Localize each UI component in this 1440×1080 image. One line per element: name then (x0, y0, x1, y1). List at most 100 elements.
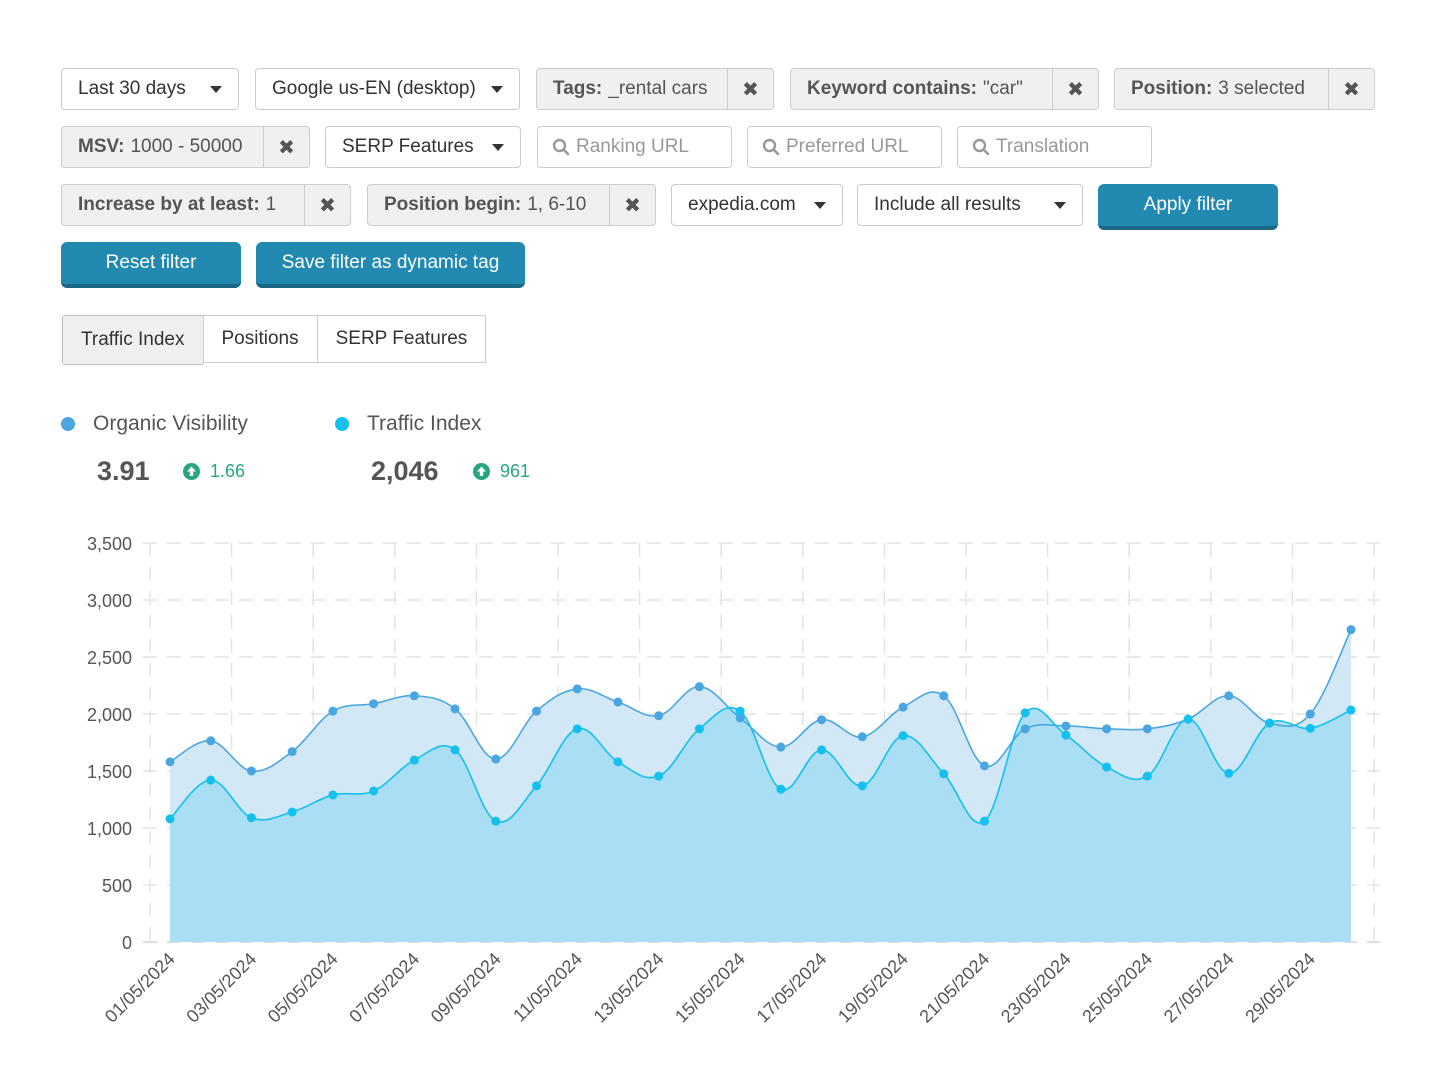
organic-visibility-point (979, 761, 989, 771)
delta-value: 1.66 (210, 461, 246, 481)
x-tick-label: 01/05/2024 (101, 949, 179, 1027)
filter-chip-position: Position: 3 selected ✖ (1114, 68, 1375, 110)
translation-placeholder: Translation (996, 136, 1090, 157)
search-engine-dropdown[interactable]: Google us-EN (desktop) (255, 68, 520, 110)
organic-visibility-point (409, 691, 419, 701)
chip-key: Tags: (553, 78, 603, 99)
y-axis: 0 500 1,000 1,500 2,000 2,500 3,000 3,500 (87, 534, 132, 953)
search-icon (972, 138, 990, 156)
x-tick-label: 03/05/2024 (182, 949, 260, 1027)
legend-dot-icon (335, 417, 349, 431)
ranking-url-input[interactable]: Ranking URL (537, 126, 732, 168)
chip-value: "car" (982, 78, 1023, 99)
y-tick-label: 1,000 (87, 819, 132, 839)
organic-visibility-point (287, 747, 297, 757)
remove-filter-icon[interactable]: ✖ (263, 127, 309, 167)
traffic-index-point (939, 769, 949, 779)
traffic-index-point (532, 781, 542, 791)
traffic-index-point (613, 757, 623, 767)
organic-visibility-point (857, 732, 867, 742)
traffic-index-point (817, 745, 827, 755)
organic-visibility-point (369, 699, 379, 709)
organic-visibility-point (328, 706, 338, 716)
legend-dot-icon (61, 417, 75, 431)
traffic-index-point (369, 786, 379, 796)
remove-filter-icon[interactable]: ✖ (1328, 69, 1374, 109)
legend-traffic-index[interactable]: Traffic Index (335, 412, 481, 436)
remove-filter-icon[interactable]: ✖ (609, 185, 655, 225)
x-tick-label: 15/05/2024 (671, 949, 749, 1027)
traffic-index-point (694, 724, 704, 734)
traffic-index-point (776, 784, 786, 794)
results-dropdown[interactable]: Include all results (857, 184, 1083, 226)
chip-key: Position: (1131, 78, 1213, 99)
organic-visibility-point (939, 691, 949, 701)
y-tick-label: 0 (122, 933, 132, 953)
x-axis: 01/05/2024 03/05/2024 05/05/2024 07/05/2024… (101, 949, 1319, 1027)
chip-value: 1, 6-10 (527, 194, 587, 215)
x-tick-label: 11/05/2024 (509, 949, 586, 1026)
chip-value: 1 (265, 194, 277, 215)
x-tick-label: 29/05/2024 (1241, 949, 1319, 1027)
traffic-index-point (1142, 771, 1152, 781)
search-icon (762, 138, 780, 156)
organic-visibility-point (694, 682, 704, 692)
chip-key: Increase by at least: (78, 194, 260, 215)
tab-traffic-index[interactable]: Traffic Index (62, 315, 204, 365)
x-tick-label: 21/05/2024 (915, 949, 993, 1027)
legend-organic-visibility[interactable]: Organic Visibility (61, 412, 248, 436)
organic-visibility-point (1224, 691, 1234, 701)
traffic-index-point (1224, 768, 1234, 778)
preferred-url-input[interactable]: Preferred URL (747, 126, 942, 168)
organic-visibility-delta: 1.66 (183, 461, 245, 482)
organic-visibility-value: 3.91 (97, 456, 150, 486)
traffic-index-point (1346, 705, 1356, 715)
organic-visibility-point (246, 766, 256, 776)
arrow-up-circle-icon (183, 463, 200, 480)
traffic-chart: 0 500 1,000 1,500 2,000 2,500 3,000 3,500 01/05… (87, 534, 1380, 1027)
organic-visibility-point (898, 702, 908, 712)
x-tick-label: 13/05/2024 (590, 949, 668, 1027)
filter-chip-keyword: Keyword contains: "car" ✖ (790, 68, 1099, 110)
date-range-dropdown[interactable]: Last 30 days (61, 68, 239, 110)
results-label: Include all results (874, 194, 1021, 215)
date-range-label: Last 30 days (78, 78, 186, 99)
organic-visibility-point (572, 684, 582, 694)
remove-filter-icon[interactable]: ✖ (304, 185, 350, 225)
save-dynamic-tag-button[interactable]: Save filter as dynamic tag (256, 242, 525, 288)
tab-positions[interactable]: Positions (202, 315, 318, 363)
remove-filter-icon[interactable]: ✖ (727, 69, 773, 109)
x-tick-label: 07/05/2024 (345, 949, 423, 1027)
x-tick-label: 25/05/2024 (1078, 949, 1156, 1027)
serp-features-label: SERP Features (342, 136, 474, 157)
reset-filter-button[interactable]: Reset filter (61, 242, 241, 288)
traffic-index-point (979, 816, 989, 826)
filter-chip-tags: Tags: _rental cars ✖ (536, 68, 774, 110)
chip-value: 1000 - 50000 (130, 136, 243, 157)
traffic-index-point (1265, 718, 1275, 728)
apply-filter-button[interactable]: Apply filter (1098, 184, 1278, 230)
remove-filter-icon[interactable]: ✖ (1052, 69, 1098, 109)
organic-visibility-point (532, 706, 542, 716)
traffic-index-point (206, 775, 216, 785)
translation-input[interactable]: Translation (957, 126, 1152, 168)
serp-features-dropdown[interactable]: SERP Features (325, 126, 521, 168)
organic-visibility-point (1142, 724, 1152, 734)
arrow-up-circle-icon (473, 463, 490, 480)
chevron-down-icon (1054, 201, 1066, 209)
legend-label: Organic Visibility (93, 412, 248, 435)
domain-dropdown[interactable]: expedia.com (671, 184, 843, 226)
organic-visibility-point (1020, 724, 1030, 734)
search-engine-label: Google us-EN (desktop) (272, 78, 476, 99)
traffic-index-point (1102, 762, 1112, 772)
x-tick-label: 27/05/2024 (1160, 949, 1238, 1027)
chip-key: Keyword contains: (807, 78, 977, 99)
tab-serp-features[interactable]: SERP Features (316, 315, 487, 363)
y-tick-label: 2,500 (87, 648, 132, 668)
chip-key: MSV: (78, 136, 125, 157)
organic-visibility-point (654, 711, 664, 721)
x-tick-label: 17/05/2024 (753, 949, 831, 1027)
organic-visibility-point (450, 704, 460, 714)
traffic-index-point (735, 706, 745, 716)
x-tick-label: 23/05/2024 (997, 949, 1075, 1027)
